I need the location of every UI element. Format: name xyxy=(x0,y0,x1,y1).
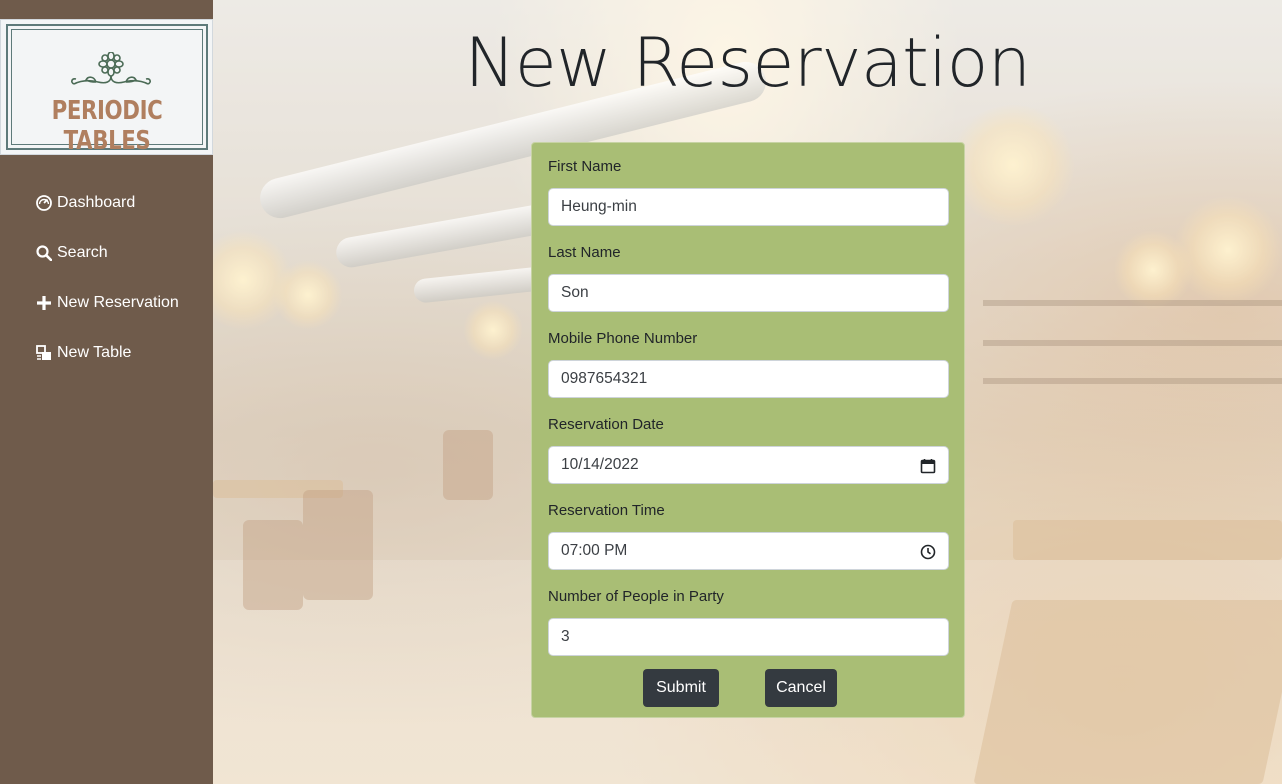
reservation-time-label: Reservation Time xyxy=(548,502,665,519)
sidebar-item-label: New Table xyxy=(57,344,132,361)
logo[interactable]: PERIODIC TABLES xyxy=(0,19,213,156)
logo-text: PERIODIC TABLES xyxy=(51,96,163,156)
cancel-button[interactable]: Cancel xyxy=(765,669,837,707)
search-icon xyxy=(36,245,52,261)
sidebar: PERIODIC TABLES Dashboard Search New Res… xyxy=(0,0,213,784)
reservation-time-value: 07:00 PM xyxy=(561,542,628,559)
first-name-group: First Name Heung-min xyxy=(548,157,949,226)
party-size-input[interactable]: 3 xyxy=(548,618,949,656)
reservation-form: First Name Heung-min Last Name Son Mobil… xyxy=(531,142,965,718)
reservation-date-label: Reservation Date xyxy=(548,416,664,433)
first-name-value: Heung-min xyxy=(561,198,637,215)
mobile-number-value: 0987654321 xyxy=(561,370,648,387)
sidebar-item-label: Dashboard xyxy=(57,194,136,211)
first-name-input[interactable]: Heung-min xyxy=(548,188,949,226)
calendar-icon[interactable] xyxy=(920,458,936,474)
sidebar-item-search[interactable]: Search xyxy=(0,228,213,278)
first-name-label: First Name xyxy=(548,158,622,175)
sidebar-item-new-reservation[interactable]: New Reservation xyxy=(0,278,213,328)
submit-button[interactable]: Submit xyxy=(643,669,719,707)
mobile-number-group: Mobile Phone Number 0987654321 xyxy=(548,329,949,398)
last-name-input[interactable]: Son xyxy=(548,274,949,312)
reservation-date-input[interactable]: 10/14/2022 xyxy=(548,446,949,484)
plus-icon xyxy=(36,295,52,311)
reservation-date-group: Reservation Date 10/14/2022 xyxy=(548,415,949,484)
sidebar-item-label: New Reservation xyxy=(57,294,179,311)
sidebar-nav: Dashboard Search New Reservation New Tab… xyxy=(0,178,213,378)
last-name-label: Last Name xyxy=(548,244,621,261)
table-icon xyxy=(36,345,52,361)
last-name-value: Son xyxy=(561,284,589,301)
mobile-number-input[interactable]: 0987654321 xyxy=(548,360,949,398)
last-name-group: Last Name Son xyxy=(548,243,949,312)
sidebar-item-label: Search xyxy=(57,244,108,261)
reservation-date-value: 10/14/2022 xyxy=(561,456,639,473)
page-title: New Reservation xyxy=(464,24,1031,103)
party-size-value: 3 xyxy=(561,628,570,645)
sidebar-item-dashboard[interactable]: Dashboard xyxy=(0,178,213,228)
party-size-group: Number of People in Party 3 xyxy=(548,587,949,656)
reservation-time-group: Reservation Time 07:00 PM xyxy=(548,501,949,570)
sidebar-item-new-table[interactable]: New Table xyxy=(0,328,213,378)
mobile-number-label: Mobile Phone Number xyxy=(548,330,698,347)
party-size-label: Number of People in Party xyxy=(548,588,724,605)
reservation-time-input[interactable]: 07:00 PM xyxy=(548,532,949,570)
clock-icon[interactable] xyxy=(920,544,936,560)
dashboard-icon xyxy=(36,195,52,211)
flower-logo-icon xyxy=(71,52,151,85)
